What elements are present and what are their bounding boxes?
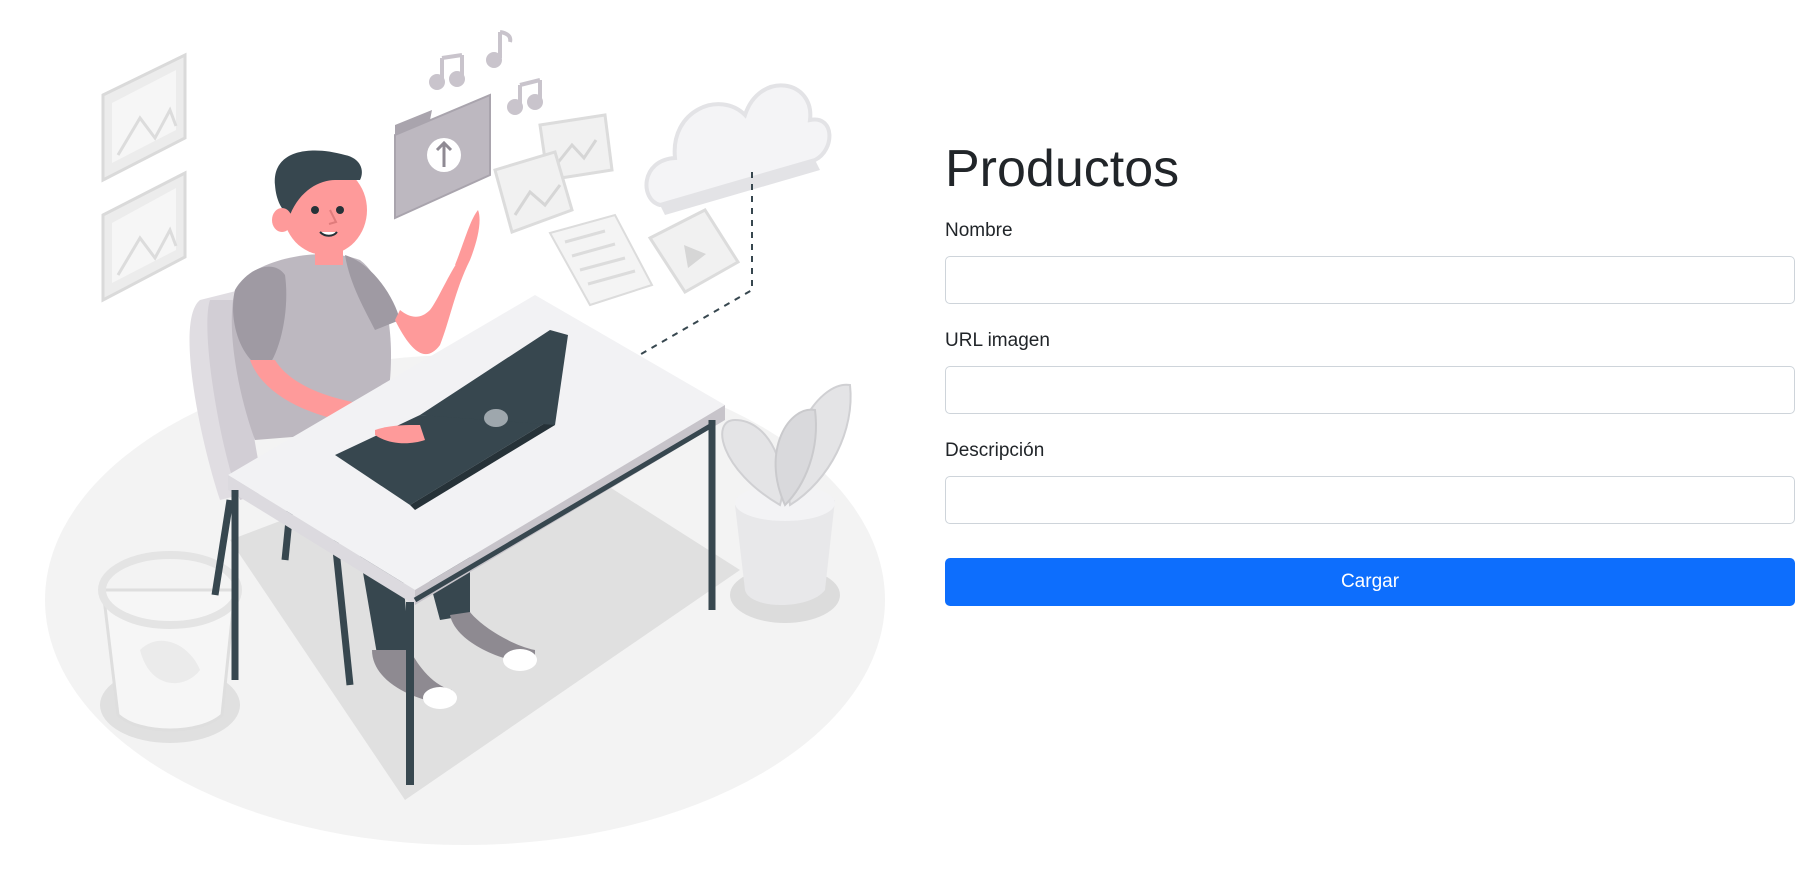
image-url-input[interactable] xyxy=(945,366,1795,414)
document-file-icon xyxy=(548,213,654,307)
image-url-label: URL imagen xyxy=(945,330,1050,351)
video-file-icon xyxy=(647,208,741,295)
product-form: Productos Nombre URL imagen Descripción … xyxy=(945,140,1795,606)
name-label: Nombre xyxy=(945,220,1013,241)
upload-illustration xyxy=(45,30,885,845)
name-input[interactable] xyxy=(945,256,1795,304)
page-title: Productos xyxy=(945,140,1180,198)
upload-folder-icon xyxy=(394,93,491,220)
description-input[interactable] xyxy=(945,476,1795,524)
picture-frame-icon xyxy=(101,170,187,303)
description-label: Descripción xyxy=(945,440,1045,461)
picture-frame-icon xyxy=(101,52,187,183)
plant-icon xyxy=(721,383,852,623)
submit-button[interactable]: Cargar xyxy=(945,558,1795,606)
cloud-icon xyxy=(644,83,832,215)
